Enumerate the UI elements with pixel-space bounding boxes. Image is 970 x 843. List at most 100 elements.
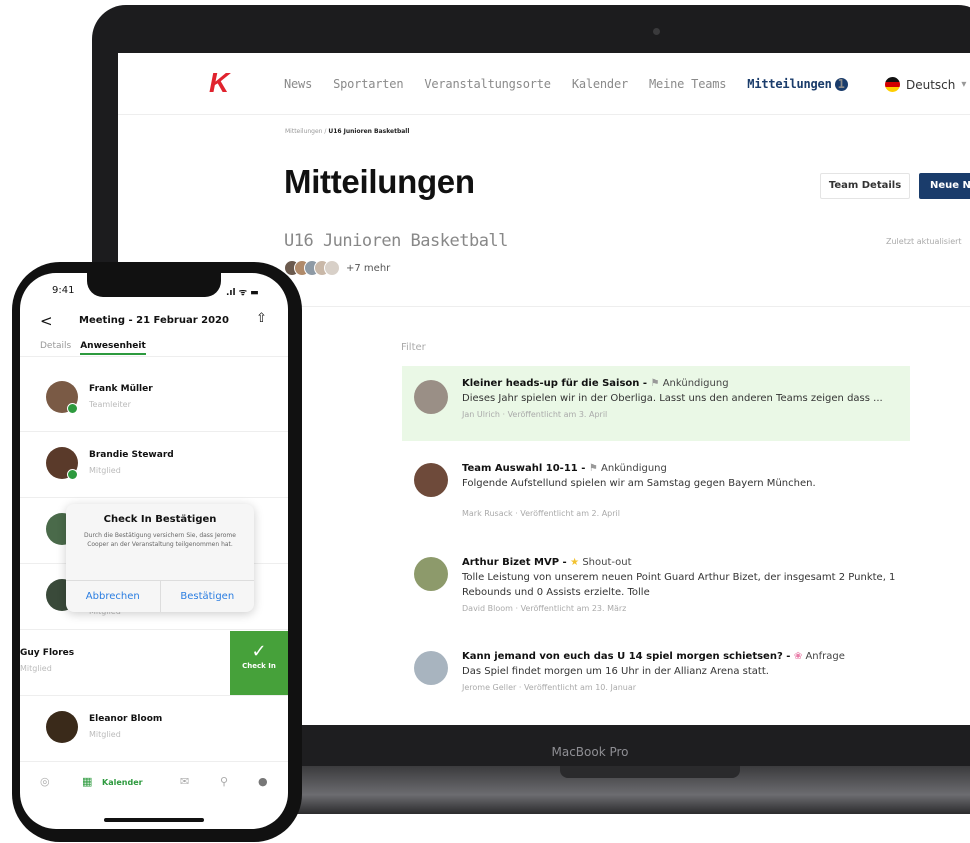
post-item[interactable]: Kann jemand von euch das U 14 spiel morg… [402, 639, 910, 709]
tab-anwesenheit[interactable]: Anwesenheit [80, 341, 146, 355]
meeting-title: Meeting - 21 Februar 2020 [79, 315, 229, 326]
nav-sportarten[interactable]: Sportarten [333, 77, 403, 91]
share-icon[interactable]: ⇧ [256, 311, 267, 326]
nav-veranstaltungsorte[interactable]: Veranstaltungsorte [424, 77, 551, 91]
home-indicator [104, 818, 204, 822]
new-message-button[interactable]: Neue N [919, 173, 970, 199]
post-tag: ⚑ Ankündigung [589, 463, 667, 474]
confirm-button[interactable]: Bestätigen [161, 581, 255, 612]
post-title: Kann jemand von euch das U 14 spiel morg… [462, 651, 900, 662]
team-details-button[interactable]: Team Details [820, 173, 910, 199]
flag-icon: ⚑ [650, 378, 660, 389]
messages-icon[interactable]: ✉ [180, 775, 189, 788]
breadcrumb-current: U16 Junioren Basketball [328, 128, 410, 135]
post-body: Folgende Aufstellund spielen wir am Sams… [462, 478, 816, 489]
member-avatars[interactable]: +7 mehr [284, 260, 390, 276]
brand-logo[interactable]: K [209, 67, 229, 99]
status-icons: .ıl ᯤ ▬ [226, 288, 259, 298]
german-flag-icon [885, 77, 900, 92]
dialog-title: Check In Bestätigen [103, 514, 217, 525]
author-avatar [414, 463, 448, 497]
laptop-camera [653, 28, 660, 35]
author-avatar [414, 380, 448, 414]
member-avatar [324, 260, 340, 276]
attendee-row[interactable]: Brandie Steward Mitglied [20, 433, 288, 498]
dialog-buttons: Abbrechen Bestätigen [66, 580, 254, 612]
post-title: Team Auswahl 10-11 - ⚑ Ankündigung [462, 463, 900, 474]
star-icon: ★ [570, 557, 580, 568]
post-item[interactable]: Arthur Bizet MVP - ★ Shout-out Tolle Lei… [402, 545, 910, 630]
post-item[interactable]: Team Auswahl 10-11 - ⚑ Ankündigung Folge… [402, 451, 910, 531]
post-meta: Jerome Geller · Veröffentlicht am 10. Ja… [462, 683, 637, 692]
calendar-icon[interactable]: ▦ [82, 775, 92, 788]
nav-news[interactable]: News [284, 77, 312, 91]
tab-details[interactable]: Details [40, 341, 71, 355]
check-in-button[interactable]: ✓ Check In [230, 631, 288, 695]
post-title-text: Arthur Bizet MVP - [462, 557, 567, 568]
attendee-role: Mitglied [89, 466, 121, 475]
nav-kalender[interactable]: Kalender [572, 77, 628, 91]
post-body: Dieses Jahr spielen wir in der Oberliga.… [462, 393, 883, 404]
page-title: Mitteilungen [284, 163, 475, 200]
post-body: Tolle Leistung von unserem neuen Point G… [462, 572, 896, 598]
post-title-text: Team Auswahl 10-11 - [462, 463, 586, 474]
checked-icon [67, 469, 78, 480]
status-time: 9:41 [52, 285, 75, 296]
profile-avatar-icon[interactable]: ● [258, 775, 268, 788]
post-tag: ★ Shout-out [570, 557, 631, 568]
attendee-row[interactable]: Eleanor Bloom Mitglied [20, 697, 288, 762]
checkmark-icon: ✓ [251, 641, 267, 662]
globe-icon[interactable]: ◎ [40, 775, 50, 788]
post-item[interactable]: Kleiner heads-up für die Saison - ⚑ Ankü… [402, 366, 910, 441]
attendee-row[interactable]: Frank Müller Teamleiter [20, 367, 288, 432]
author-avatar [414, 651, 448, 685]
attendee-name: Brandie Steward [89, 450, 174, 460]
divider [20, 356, 288, 357]
breadcrumb: Mitteilungen / U16 Junioren Basketball [285, 128, 409, 135]
laptop-base-notch [560, 766, 740, 778]
nav-mitteilungen-label: Mitteilungen [747, 77, 832, 91]
phone-notch [87, 273, 221, 297]
nav-meine-teams[interactable]: Meine Teams [649, 77, 726, 91]
cancel-button[interactable]: Abbrechen [66, 581, 161, 612]
top-navigation: K News Sportarten Veranstaltungsorte Kal… [118, 53, 970, 115]
bottom-tab-bar: ◎ ▦ Kalender ✉ ⚲ ● [20, 769, 288, 799]
language-selector[interactable]: Deutsch ▾ [885, 77, 966, 92]
nav-links: News Sportarten Veranstaltungsorte Kalen… [284, 77, 869, 91]
attendee-role: Mitglied [20, 664, 52, 673]
breadcrumb-parent[interactable]: Mitteilungen / [285, 128, 326, 135]
dialog-body: Durch die Bestätigung versichern Sie, da… [84, 532, 236, 548]
attendee-role: Mitglied [89, 730, 121, 739]
post-meta: Mark Rusack · Veröffentlicht am 2. April [462, 509, 620, 518]
confirm-dialog: Check In Bestätigen Durch die Bestätigun… [66, 504, 254, 612]
post-tag-label: Ankündigung [601, 463, 667, 474]
user-icon[interactable]: ⚲ [220, 775, 228, 788]
filter-label[interactable]: Filter [401, 342, 426, 353]
post-meta: David Bloom · Veröffentlicht am 23. März [462, 604, 627, 613]
post-tag-label: Shout-out [582, 557, 632, 568]
attendee-name: Frank Müller [89, 384, 153, 394]
last-updated: Zuletzt aktualisiert [886, 237, 962, 246]
marketing-stage: MacBook Pro K News Sportarten Veranstalt… [0, 0, 970, 843]
tab-kalender-label[interactable]: Kalender [102, 778, 143, 787]
team-name: U16 Junioren Basketball [284, 231, 508, 251]
chevron-down-icon: ▾ [961, 79, 967, 90]
post-tag: ❀ Anfrage [794, 651, 845, 662]
post-title: Arthur Bizet MVP - ★ Shout-out [462, 557, 900, 568]
post-tag: ⚑ Ankündigung [651, 378, 729, 389]
post-tag-label: Ankündigung [662, 378, 729, 389]
meeting-tabs: Details Anwesenheit [40, 341, 146, 355]
post-title-text: Kleiner heads-up für die Saison - [462, 378, 648, 389]
author-avatar [414, 557, 448, 591]
more-members-link[interactable]: +7 mehr [346, 263, 390, 274]
flower-icon: ❀ [793, 651, 803, 662]
nav-mitteilungen[interactable]: Mitteilungen 1 [747, 77, 848, 91]
attendee-name: Eleanor Bloom [89, 714, 163, 724]
check-in-label: Check In [242, 662, 276, 670]
attendee-role: Teamleiter [89, 400, 131, 409]
attendee-name: Guy Flores [20, 648, 75, 658]
phone-screen: 9:41 .ıl ᯤ ▬ < Meeting - 21 Februar 2020… [20, 273, 288, 829]
post-title-text: Kann jemand von euch das U 14 spiel morg… [462, 651, 791, 662]
notification-badge: 1 [834, 78, 848, 91]
post-tag-label: Anfrage [805, 651, 845, 662]
